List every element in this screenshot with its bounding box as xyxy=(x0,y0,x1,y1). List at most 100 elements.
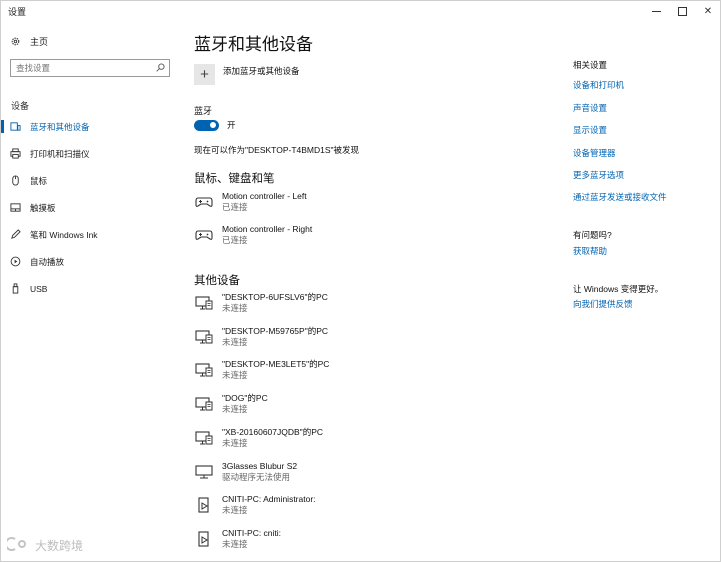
devices-section-label: 设备 xyxy=(11,101,30,111)
sidebar: 主页 设备 蓝牙和其他设备 打印机和扫描仪 xyxy=(1,21,183,561)
sidebar-item-bluetooth[interactable]: 蓝牙和其他设备 xyxy=(1,113,183,140)
sidebar-item-mouse[interactable]: 鼠标 xyxy=(1,167,183,194)
link-sound-settings[interactable]: 声音设置 xyxy=(573,102,607,114)
search-box[interactable] xyxy=(10,59,170,77)
device-status: 驱动程序无法使用 xyxy=(222,472,291,482)
device-name: "DESKTOP-6UFSLV6"的PC xyxy=(222,292,328,302)
device-status: 未连接 xyxy=(222,505,248,515)
gear-icon xyxy=(10,36,21,47)
sidebar-item-printers[interactable]: 打印机和扫描仪 xyxy=(1,140,183,167)
close-button[interactable]: ✕ xyxy=(693,1,721,21)
device-status: 已连接 xyxy=(222,202,248,212)
media-device-icon xyxy=(194,531,214,547)
device-name: CNITI-PC: Administrator: xyxy=(222,494,316,504)
link-devices-printers[interactable]: 设备和打印机 xyxy=(573,79,624,91)
device-item[interactable]: "DESKTOP-M59765P"的PC 未连接 xyxy=(194,326,328,348)
watermark: 大数跨境 xyxy=(4,537,84,554)
link-device-manager[interactable]: 设备管理器 xyxy=(573,147,616,159)
device-name: "DOG"的PC xyxy=(222,393,268,403)
sidebar-item-label: 打印机和扫描仪 xyxy=(30,148,90,159)
watermark-logo-icon xyxy=(4,537,31,554)
device-status: 未连接 xyxy=(222,404,248,414)
discoverable-text: 现在可以作为"DESKTOP-T4BMD1S"被发现 xyxy=(194,145,360,155)
link-feedback[interactable]: 向我们提供反馈 xyxy=(573,298,633,310)
related-settings-heading: 相关设置 xyxy=(573,60,608,70)
maximize-icon xyxy=(677,6,687,16)
sidebar-item-pen[interactable]: 笔和 Windows Ink xyxy=(1,221,183,248)
device-item[interactable]: Motion controller - Left 已连接 xyxy=(194,191,307,213)
add-device-label: 添加蓝牙或其他设备 xyxy=(223,66,300,76)
search-icon[interactable] xyxy=(156,63,165,74)
usb-icon xyxy=(10,283,21,294)
device-name: Motion controller - Right xyxy=(222,224,313,234)
sidebar-item-label: 笔和 Windows Ink xyxy=(30,229,98,240)
search-input[interactable] xyxy=(16,61,156,75)
monitor-icon xyxy=(194,464,214,480)
device-name: "DESKTOP-M59765P"的PC xyxy=(222,326,329,336)
home-link[interactable]: 主页 xyxy=(10,35,48,48)
gamepad-icon xyxy=(194,227,214,243)
device-name: 3Glasses Blubur S2 xyxy=(222,461,298,471)
window-title: 设置 xyxy=(8,7,27,17)
sidebar-item-label: 蓝牙和其他设备 xyxy=(30,121,90,132)
home-label: 主页 xyxy=(30,37,49,47)
device-item[interactable]: 3Glasses Blubur S2 驱动程序无法使用 xyxy=(194,461,297,483)
bluetooth-devices-icon xyxy=(10,121,21,132)
feedback-heading: 让 Windows 变得更好。 xyxy=(573,284,664,294)
minimize-icon xyxy=(651,10,661,12)
link-get-help[interactable]: 获取帮助 xyxy=(573,245,607,257)
device-name: CNITI-PC: cniti: xyxy=(222,528,282,538)
device-item[interactable]: CNITI-PC: Administrator: 未连接 xyxy=(194,494,316,516)
bluetooth-label: 蓝牙 xyxy=(194,106,213,116)
sidebar-item-touchpad[interactable]: 触摸板 xyxy=(1,194,183,221)
bluetooth-toggle-state: 开 xyxy=(227,120,236,130)
device-item[interactable]: "DESKTOP-ME3LET5"的PC 未连接 xyxy=(194,359,329,381)
settings-window: 设置 ✕ 主页 设备 蓝牙和其他设备 xyxy=(0,0,721,562)
device-item[interactable]: "DESKTOP-6UFSLV6"的PC 未连接 xyxy=(194,292,328,314)
device-status: 未连接 xyxy=(222,539,248,549)
title-bar: 设置 ✕ xyxy=(1,1,720,21)
device-item[interactable]: Motion controller - Right 已连接 xyxy=(194,224,312,246)
autoplay-icon xyxy=(10,256,21,267)
device-status: 未连接 xyxy=(222,337,248,347)
sidebar-item-label: 鼠标 xyxy=(30,175,48,186)
device-item[interactable]: "XB-20160607JQDB"的PC 未连接 xyxy=(194,427,323,449)
pc-network-icon xyxy=(194,329,214,345)
device-status: 已连接 xyxy=(222,235,248,245)
watermark-text: 大数跨境 xyxy=(35,539,84,553)
bluetooth-toggle[interactable] xyxy=(194,119,219,131)
link-send-receive-bluetooth[interactable]: 通过蓝牙发送或接收文件 xyxy=(573,191,667,203)
other-devices-heading: 其他设备 xyxy=(194,275,240,287)
add-device-button[interactable]: + 添加蓝牙或其他设备 xyxy=(194,64,300,85)
device-name: Motion controller - Left xyxy=(222,191,307,201)
device-status: 未连接 xyxy=(222,303,248,313)
bluetooth-toggle-row: 开 xyxy=(194,119,236,131)
pc-network-icon xyxy=(194,396,214,412)
touchpad-icon xyxy=(10,202,21,213)
sidebar-item-label: 自动播放 xyxy=(30,256,65,267)
device-name: "DESKTOP-ME3LET5"的PC xyxy=(222,359,330,369)
media-device-icon xyxy=(194,497,214,513)
device-item[interactable]: "DOG"的PC 未连接 xyxy=(194,393,268,415)
page-title: 蓝牙和其他设备 xyxy=(194,35,313,54)
link-display-settings[interactable]: 显示设置 xyxy=(573,124,607,136)
close-icon: ✕ xyxy=(703,5,713,17)
pc-network-icon xyxy=(194,295,214,311)
sidebar-item-label: 触摸板 xyxy=(30,202,56,213)
device-status: 未连接 xyxy=(222,370,248,380)
toggle-knob xyxy=(210,122,216,128)
link-more-bluetooth[interactable]: 更多蓝牙选项 xyxy=(573,169,624,181)
device-status: 未连接 xyxy=(222,438,248,448)
pc-network-icon xyxy=(194,362,214,378)
device-name: "XB-20160607JQDB"的PC xyxy=(222,427,323,437)
device-item[interactable]: CNITI-PC: cniti: 未连接 xyxy=(194,528,281,550)
pen-icon xyxy=(10,229,21,240)
printer-icon xyxy=(10,148,21,159)
sidebar-item-autoplay[interactable]: 自动播放 xyxy=(1,248,183,275)
pc-network-icon xyxy=(194,430,214,446)
nav-list: 蓝牙和其他设备 打印机和扫描仪 鼠标 触摸板 笔和 Windows Ink 自动… xyxy=(1,113,183,302)
sidebar-item-label: USB xyxy=(30,283,48,294)
sidebar-item-usb[interactable]: USB xyxy=(1,275,183,302)
mouse-keyboard-pen-heading: 鼠标、键盘和笔 xyxy=(194,173,275,185)
gamepad-icon xyxy=(194,194,214,210)
